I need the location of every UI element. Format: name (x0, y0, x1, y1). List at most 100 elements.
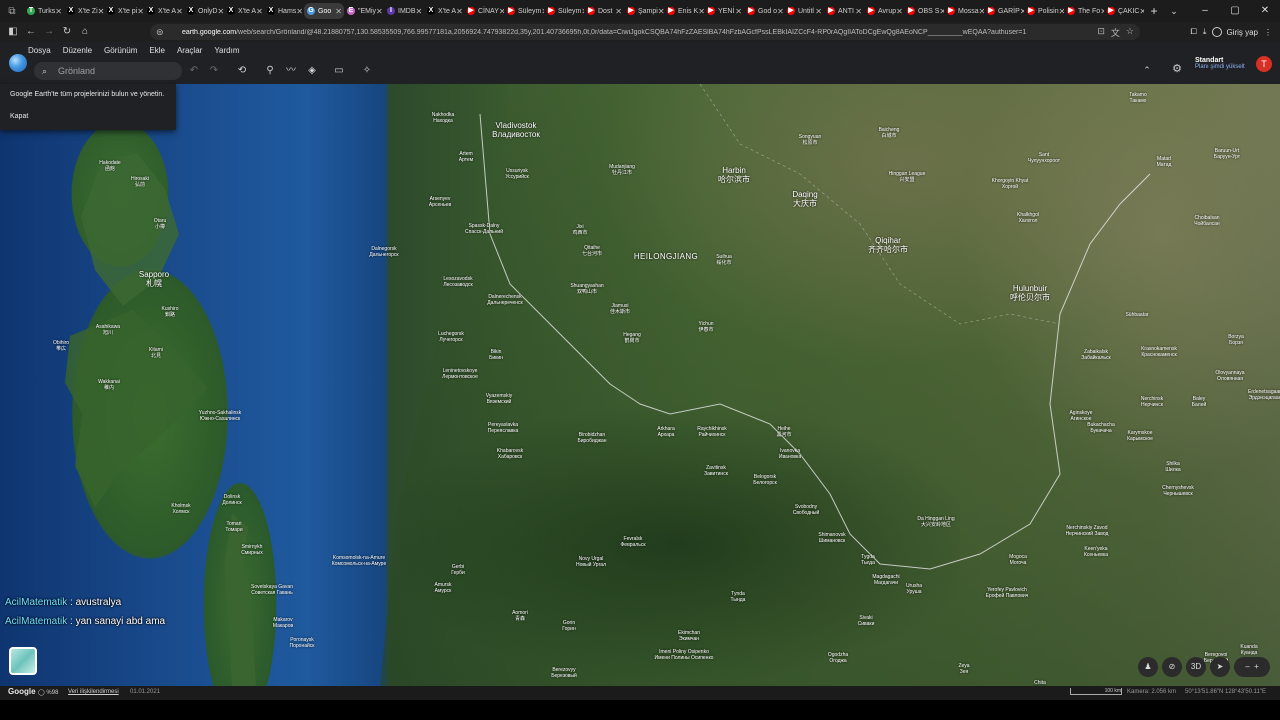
map-place-label[interactable]: Aginskoye Агинское (1069, 410, 1092, 422)
maximize-button[interactable]: ▢ (1220, 0, 1250, 22)
map-place-label[interactable]: Shilka Шилка (1165, 461, 1180, 473)
map-place-label[interactable]: Karymskoe Карымское (1127, 430, 1153, 442)
tab-search-button[interactable]: ⌄ (1164, 3, 1184, 19)
map-place-label[interactable]: Artem Артем (459, 151, 473, 163)
map-place-label[interactable]: Shuangyashan 双鸭山市 (570, 283, 603, 295)
zoom-controls[interactable]: – + (1234, 657, 1270, 677)
browser-tab[interactable]: X X'te Zi ✕ (64, 3, 104, 19)
map-place-label[interactable]: Bukachacha Букачача (1087, 422, 1115, 434)
map-place-label[interactable]: Kitami 北見 (149, 347, 163, 359)
map-place-label[interactable]: Sivaki Сиваки (858, 615, 875, 627)
map-place-label[interactable]: Gorin Горин (562, 620, 576, 632)
tab-close-icon[interactable]: ✕ (335, 7, 342, 16)
map-place-label[interactable]: Svobodny Свободный (793, 504, 820, 516)
browser-tab[interactable]: G Goo ✕ (304, 3, 344, 19)
undo-icon[interactable]: ↶ (186, 63, 202, 79)
url-text[interactable]: earth.google.com/web/search/Grönland/@48… (168, 29, 1097, 36)
map-place-label[interactable]: Lesozavodsk Лесозаводск (443, 276, 472, 288)
voyager-icon[interactable]: ✧ (359, 63, 375, 79)
tab-close-icon[interactable]: ✕ (777, 7, 784, 16)
browser-tab[interactable]: ▶ OBS S ✕ (904, 3, 944, 19)
back-button[interactable]: ← (22, 23, 40, 41)
map-place-label[interactable]: Dalnerechensk Дальнереченск (487, 294, 522, 306)
map-place-label[interactable]: Mudanjiang 牡丹江市 (609, 164, 635, 176)
map-place-label[interactable]: Zavitinsk Завитинск (704, 465, 728, 477)
map-place-label[interactable]: Tynda Тында (731, 591, 746, 603)
map-place-label[interactable]: Heihe 黑河市 (776, 426, 791, 438)
map-place-label[interactable]: Imeni Poliny Osipenko Имени Полины Осипен… (655, 649, 714, 661)
map-place-label[interactable]: Makarov Макаров (273, 617, 293, 629)
map-place-label[interactable]: Arkhara Архара (657, 426, 675, 438)
browser-tab[interactable]: ▶ CİNAY ✕ (464, 3, 504, 19)
tab-close-icon[interactable]: ✕ (1139, 7, 1144, 16)
map-place-label[interactable]: Erdenetsagaan Эрдэнэцагаан (1248, 389, 1280, 401)
sidebar-icon[interactable]: ◧ (4, 23, 22, 41)
redo-icon[interactable]: ↷ (206, 63, 222, 79)
map-place-label[interactable]: Gerbi Герби (451, 564, 465, 576)
forward-button[interactable]: → (40, 23, 58, 41)
menu-item[interactable]: Dosya (28, 46, 51, 55)
add-placemark-icon[interactable]: ⚲ (262, 63, 278, 79)
map-place-label[interactable]: Vladivostok Владивосток (492, 121, 540, 139)
map-place-label[interactable]: Hegang 鹤岗市 (623, 332, 641, 344)
map-place-label[interactable]: Hinggan League 兴安盟 (889, 171, 926, 183)
map-place-label[interactable]: Hulunbuir 呼伦贝尔市 (1010, 284, 1050, 302)
map-place-label[interactable]: Qitaihe 七台河市 (582, 245, 602, 257)
install-app-icon[interactable]: ⊡ (1097, 26, 1105, 39)
tab-actions-icon[interactable]: ⧉ (0, 0, 24, 22)
menu-icon[interactable]: ⋮ (1264, 28, 1272, 37)
tab-close-icon[interactable]: ✕ (416, 7, 423, 16)
map-place-label[interactable]: Kholmsk Холмск (171, 503, 190, 515)
map-place-label[interactable]: Nerchinskiy Zavod Нерчинский Завод (1066, 525, 1109, 537)
map-place-label[interactable]: Ussuriysk Уссурийск (505, 168, 528, 180)
map-place-label[interactable]: Krasnokamensk Краснокаменск (1141, 346, 1177, 358)
tab-close-icon[interactable]: ✕ (55, 7, 62, 16)
map-place-label[interactable]: Khabarovsk Хабаровск (497, 448, 523, 460)
browser-tab[interactable]: ▶ Polisin ✕ (1024, 3, 1064, 19)
tab-close-icon[interactable]: ✕ (855, 7, 862, 16)
map-place-label[interactable]: Borzya Борзя (1228, 334, 1244, 346)
search-input[interactable] (56, 65, 170, 77)
browser-tab[interactable]: ▶ Enis K ✕ (664, 3, 704, 19)
browser-tab[interactable]: ▶ GARİP ✕ (984, 3, 1024, 19)
map-place-label[interactable]: Ekimchan Экимчан (678, 630, 700, 642)
map-place-label[interactable]: Nakhodka Находка (432, 112, 455, 124)
location-icon[interactable]: ➤ (1210, 657, 1230, 677)
map-place-label[interactable]: Mogoca Могоча (1009, 554, 1027, 566)
tab-close-icon[interactable]: ✕ (137, 7, 144, 16)
browser-tab[interactable]: I IMDB ✕ (384, 3, 424, 19)
browser-tab[interactable]: ▶ The Fo ✕ (1064, 3, 1104, 19)
map-place-label[interactable]: Sapporo 札幌 (139, 270, 169, 288)
map-place-label[interactable]: Khalkhgol Халхгол (1017, 212, 1039, 224)
site-info-icon[interactable]: ⊜ (156, 27, 168, 38)
map-place-label[interactable]: Asahikawa 旭川 (96, 324, 120, 336)
browser-tab[interactable]: X Hams ✕ (264, 3, 304, 19)
pegman-icon[interactable]: ♟ (1138, 657, 1158, 677)
browser-tab[interactable]: ▶ Avrup ✕ (864, 3, 904, 19)
map-place-label[interactable]: Otaru 小樽 (154, 218, 167, 230)
tab-close-icon[interactable]: ✕ (176, 7, 183, 16)
map-place-label[interactable]: Belogorsk Белогорск (753, 474, 777, 486)
toggle-3d-button[interactable]: 3D (1186, 657, 1206, 677)
menu-item[interactable]: Ekle (149, 46, 165, 55)
map-place-label[interactable]: Arsenyev Арсеньев (429, 196, 451, 208)
map-place-label[interactable]: Baicheng 白城市 (879, 127, 900, 139)
tab-close-icon[interactable]: ✕ (815, 7, 822, 16)
map-place-label[interactable]: Smirnykh Смирных (241, 544, 262, 556)
map-place-label[interactable]: Pereyaslavka Переяславка (488, 422, 519, 434)
map-place-label[interactable]: Birobidzhan Биробиджан (577, 432, 606, 444)
google-earth-logo[interactable] (9, 54, 27, 72)
map-place-label[interactable]: Poronaysk Поронайск (290, 637, 315, 649)
map-place-label[interactable]: Komsomolsk-na-Amure Комсомольск-на-Амуре (332, 555, 387, 567)
menu-item[interactable]: Düzenle (63, 46, 92, 55)
earth-map-view[interactable]: HEILONGJIANG Vladivostok Владивосток Harbin… (0, 84, 1280, 686)
map-place-label[interactable]: Ogodzha Огоджа (828, 652, 848, 664)
tab-close-icon[interactable]: ✕ (376, 7, 383, 16)
bookmark-star-icon[interactable]: ☆ (1126, 26, 1134, 39)
compass-icon[interactable]: ⊘ (1162, 657, 1182, 677)
map-place-label[interactable]: Magdagachi Магдагачи (872, 574, 899, 586)
menu-item[interactable]: Görünüm (104, 46, 137, 55)
map-place-label[interactable]: Yichun 伊春市 (698, 321, 713, 333)
browser-tab[interactable]: ▶ Mossa ✕ (944, 3, 984, 19)
close-window-button[interactable]: ✕ (1250, 0, 1280, 22)
